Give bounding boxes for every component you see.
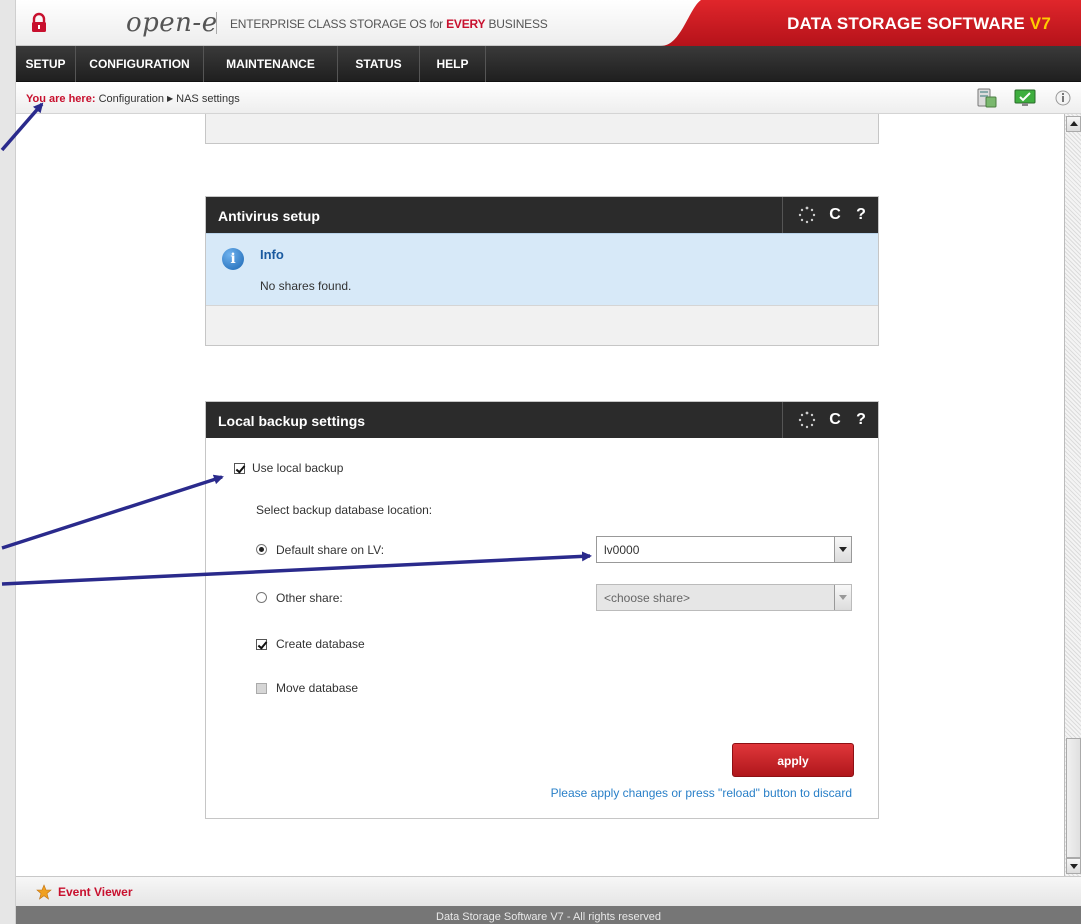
breadcrumb: You are here: Configuration ▶ NAS settings	[26, 93, 240, 105]
nav-help[interactable]: HELP	[420, 46, 486, 82]
info-message: No shares found.	[260, 279, 352, 293]
breadcrumb-bar: You are here: Configuration ▶ NAS settings	[16, 82, 1081, 114]
local-backup-panel-title: Local backup settings	[218, 413, 366, 429]
default-share-label: Default share on LV:	[276, 543, 385, 557]
nav-maintenance[interactable]: MAINTENANCE	[204, 46, 338, 82]
vertical-scrollbar[interactable]	[1064, 114, 1081, 876]
nav-status[interactable]: STATUS	[338, 46, 420, 82]
product-title: DATA STORAGE SOFTWARE V7	[787, 14, 1051, 34]
lock-icon	[32, 12, 46, 32]
tagline-highlight: EVERY	[446, 17, 486, 31]
other-share-value: <choose share>	[604, 591, 691, 605]
move-database-checkbox[interactable]	[256, 683, 267, 694]
create-database-checkbox[interactable]	[256, 639, 267, 650]
scroll-down-button[interactable]	[1066, 858, 1081, 874]
left-window-edge	[0, 0, 16, 924]
scrollbar-thumb[interactable]	[1066, 738, 1081, 858]
default-share-radio[interactable]	[256, 544, 267, 555]
monitor-check-icon[interactable]	[1014, 88, 1036, 108]
tagline-suffix: BUSINESS	[485, 17, 548, 31]
apply-button[interactable]: apply	[732, 743, 854, 777]
antivirus-panel-header: Antivirus setup C ?	[206, 197, 878, 233]
create-database-label: Create database	[276, 637, 365, 651]
previous-panel-footer	[205, 114, 879, 144]
other-share-radio[interactable]	[256, 592, 267, 603]
antivirus-info-box: i Info No shares found.	[206, 233, 878, 305]
tagline-prefix: ENTERPRISE CLASS STORAGE OS for	[230, 17, 447, 31]
nav-configuration[interactable]: CONFIGURATION	[76, 46, 204, 82]
info-small-icon[interactable]	[1052, 88, 1074, 108]
select-location-label: Select backup database location:	[256, 503, 433, 517]
info-icon: i	[222, 248, 244, 270]
info-title: Info	[260, 247, 284, 262]
breadcrumb-item-nas-settings: NAS settings	[176, 93, 240, 105]
default-share-select[interactable]: lv0000	[596, 536, 852, 563]
antivirus-panel: Antivirus setup C ? i Info No shares fou…	[205, 196, 879, 346]
antivirus-panel-footer	[206, 305, 878, 345]
breadcrumb-item-configuration[interactable]: Configuration	[99, 93, 164, 105]
local-backup-panel-tools: C ?	[782, 402, 878, 438]
chevron-down-icon[interactable]	[834, 537, 851, 562]
brand-logo: open-e	[126, 8, 218, 38]
other-share-select[interactable]: <choose share>	[596, 584, 852, 611]
scroll-up-button[interactable]	[1066, 116, 1081, 132]
help-icon[interactable]: ?	[851, 410, 871, 430]
breadcrumb-prefix: You are here:	[26, 93, 96, 105]
reload-icon[interactable]: C	[825, 205, 845, 225]
antivirus-panel-tools: C ?	[782, 197, 878, 233]
spinner-icon[interactable]	[797, 205, 817, 225]
server-icon[interactable]	[976, 88, 998, 108]
footer: Data Storage Software V7 - All rights re…	[16, 906, 1081, 924]
main-content: Antivirus setup C ? i Info No shares fou…	[16, 114, 1064, 876]
default-share-value: lv0000	[604, 543, 640, 557]
brand-separator	[216, 12, 217, 34]
apply-hint: Please apply changes or press "reload" b…	[550, 786, 852, 800]
event-viewer-bar: Event Viewer	[16, 876, 1081, 906]
chevron-down-icon[interactable]	[834, 585, 851, 610]
product-name: DATA STORAGE SOFTWARE	[787, 14, 1030, 33]
header-bar: open-e ENTERPRISE CLASS STORAGE OS for E…	[16, 0, 1081, 46]
help-icon[interactable]: ?	[851, 205, 871, 225]
antivirus-panel-title: Antivirus setup	[218, 208, 320, 224]
tagline: ENTERPRISE CLASS STORAGE OS for EVERY BU…	[230, 17, 548, 31]
use-local-backup-checkbox[interactable]	[234, 463, 245, 474]
local-backup-panel-header: Local backup settings C ?	[206, 402, 878, 438]
app-window: open-e ENTERPRISE CLASS STORAGE OS for E…	[0, 0, 1081, 924]
local-backup-panel: Local backup settings C ? Use local back…	[205, 401, 879, 819]
main-nav: SETUP CONFIGURATION MAINTENANCE STATUS H…	[16, 46, 1081, 82]
event-viewer-link[interactable]: Event Viewer	[58, 885, 132, 899]
other-share-label: Other share:	[276, 591, 343, 605]
breadcrumb-arrow-icon: ▶	[167, 94, 174, 103]
star-icon	[36, 884, 52, 900]
product-version: V7	[1029, 14, 1051, 33]
nav-setup[interactable]: SETUP	[16, 46, 76, 82]
reload-icon[interactable]: C	[825, 410, 845, 430]
move-database-label: Move database	[276, 681, 359, 695]
spinner-icon[interactable]	[797, 410, 817, 430]
use-local-backup-label: Use local backup	[252, 461, 344, 475]
